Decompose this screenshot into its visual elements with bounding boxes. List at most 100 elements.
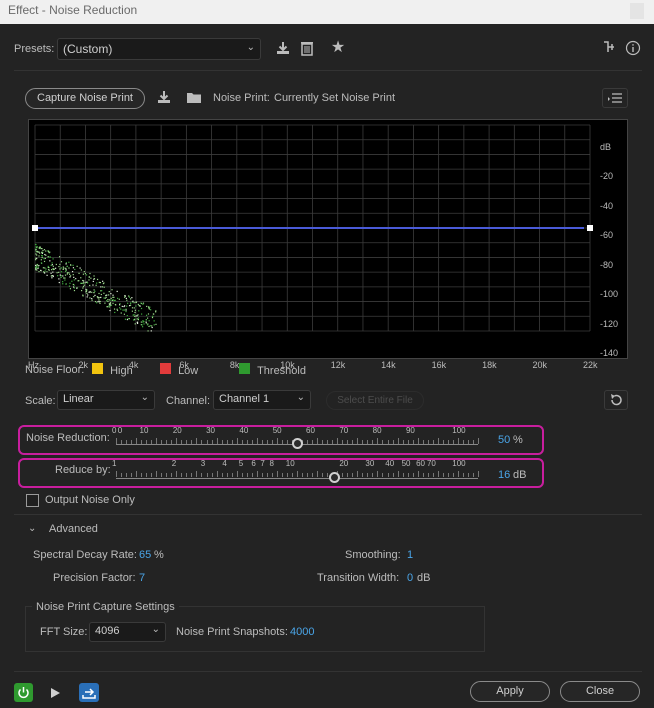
spectral-decay-rate-value[interactable]: 65 [139, 549, 151, 561]
noise-graph-canvas [32, 124, 593, 332]
noise-point [36, 263, 38, 266]
scale-dropdown[interactable]: Linear ⌄ [57, 390, 155, 410]
save-preset-icon[interactable] [274, 40, 292, 58]
noise-point [58, 281, 60, 284]
noise-point [97, 301, 99, 303]
noise-point [110, 297, 112, 299]
noise-point [125, 309, 127, 311]
noise-point [112, 299, 114, 301]
capture-noise-print-button[interactable]: Capture Noise Print [25, 88, 145, 109]
noise-point [51, 269, 53, 271]
slider-tick [382, 473, 384, 477]
noise-point [126, 305, 128, 307]
noise-point [36, 269, 38, 271]
slider-tick [377, 471, 379, 477]
precision-factor-value[interactable]: 7 [139, 572, 145, 584]
noise-point [151, 326, 153, 329]
folder-icon[interactable] [185, 89, 203, 107]
noise-point [44, 257, 46, 260]
noise-point [68, 273, 71, 275]
noise-point [68, 267, 70, 269]
reduce-by-knob[interactable] [329, 472, 340, 483]
advanced-toggle[interactable]: Advanced [49, 523, 98, 535]
slider-tick-label: 6 [251, 459, 256, 468]
output-noise-only-checkbox[interactable] [26, 494, 39, 507]
slider-tick [116, 471, 117, 477]
noise-point [81, 282, 83, 285]
play-button[interactable] [48, 685, 62, 701]
reduce-by-value[interactable]: 16 [498, 469, 510, 481]
smoothing-value[interactable]: 1 [407, 549, 413, 561]
slider-tick-label: 30 [365, 459, 375, 468]
loop-button[interactable] [79, 683, 99, 702]
reduce-by-slider[interactable]: 1 2 3 4 5 6 7 8 10 20 30 40 50 60 70 100 [112, 459, 490, 486]
capture-settings-title: Noise Print Capture Settings [32, 601, 179, 613]
slider-tick [472, 473, 474, 477]
noise-point [73, 287, 75, 289]
close-window-button[interactable] [630, 3, 644, 19]
slider-tick [442, 473, 444, 477]
noise-point [103, 292, 105, 294]
noise-point [100, 296, 102, 298]
y-tick-label: -40 [600, 200, 614, 211]
reset-button[interactable] [604, 390, 628, 410]
snapshots-value[interactable]: 4000 [290, 626, 314, 638]
routing-icon[interactable] [600, 40, 618, 58]
star-icon[interactable]: ★ [329, 39, 347, 57]
noise-point [38, 255, 40, 257]
slider-tick [236, 471, 238, 477]
presets-dropdown[interactable]: (Custom) ⌄ [57, 38, 261, 60]
save-noise-print-icon[interactable] [155, 89, 173, 107]
noise-point [89, 284, 91, 287]
noise-point [110, 304, 113, 306]
noise-reduction-knob[interactable] [291, 438, 303, 449]
noise-point [82, 279, 84, 282]
legend-high: High [92, 363, 133, 377]
close-button[interactable]: Close [560, 681, 640, 702]
noise-point [73, 289, 76, 292]
noise-point [124, 296, 126, 298]
slider-tick-label: 0 [112, 426, 117, 435]
noise-point [44, 267, 46, 269]
noise-point [66, 265, 69, 268]
noise-point [59, 268, 61, 270]
noise-point [148, 308, 150, 310]
noise-point [43, 249, 46, 251]
y-tick-label: -80 [600, 259, 614, 270]
slider-tick [387, 473, 389, 477]
help-icon[interactable] [624, 40, 642, 58]
noise-point [51, 277, 53, 279]
noise-point [35, 253, 37, 255]
chevron-down-icon[interactable]: ⌄ [28, 523, 36, 534]
noise-point [36, 246, 38, 248]
noise-point [142, 326, 144, 328]
select-entire-file-button[interactable]: Select Entire File [326, 391, 424, 410]
noise-reduction-label: Noise Reduction: [26, 432, 110, 444]
slider-tick [166, 473, 168, 477]
noise-point [98, 281, 100, 284]
noise-point [148, 320, 150, 322]
noise-point [82, 287, 84, 289]
delete-icon[interactable] [298, 40, 316, 58]
power-button[interactable] [14, 683, 33, 702]
noise-point [58, 256, 61, 258]
noise-point [142, 321, 144, 323]
noise-point [114, 303, 117, 306]
noise-reduction-value[interactable]: 50 [498, 434, 510, 446]
noise-point [99, 302, 101, 305]
transition-width-value[interactable]: 0 [407, 572, 413, 584]
noise-point [93, 275, 95, 277]
channel-dropdown[interactable]: Channel 1 ⌄ [213, 390, 311, 410]
noise-point [97, 297, 99, 299]
apply-button[interactable]: Apply [470, 681, 550, 702]
noise-point [39, 252, 41, 254]
noise-reduction-slider[interactable]: 0 0 10 20 30 40 50 60 70 80 90 100 [112, 426, 490, 453]
slider-tick-label: 10 [139, 426, 149, 435]
noise-point [87, 294, 89, 296]
slider-tick-label: 50 [401, 459, 411, 468]
noise-graph[interactable] [28, 119, 628, 359]
fft-size-dropdown[interactable]: 4096 ⌄ [89, 622, 166, 642]
y-tick-label: -120 [600, 318, 619, 329]
noise-point [55, 267, 57, 269]
graph-menu-button[interactable] [602, 88, 628, 108]
